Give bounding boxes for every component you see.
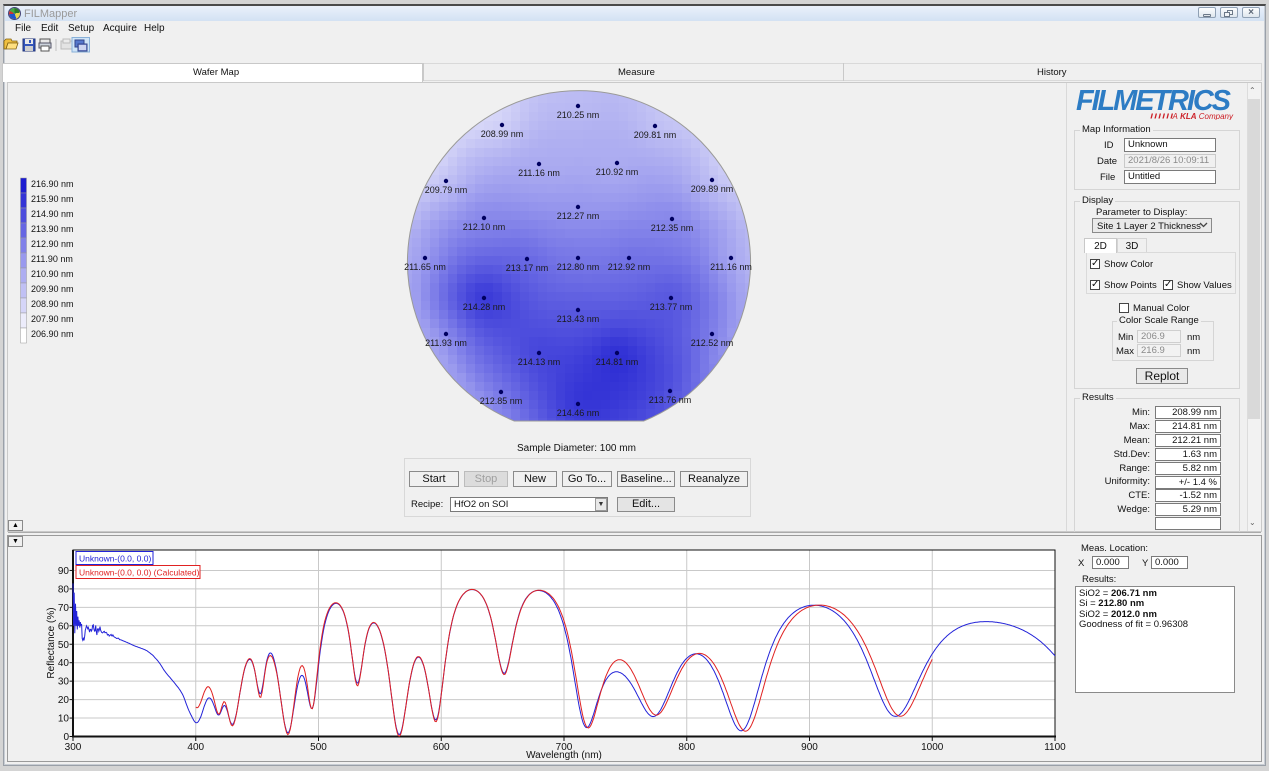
svg-text:10: 10 xyxy=(58,714,70,725)
svg-text:214.46 nm: 214.46 nm xyxy=(557,408,600,418)
svg-text:Unknown-(0.0, 0.0): Unknown-(0.0, 0.0) xyxy=(79,554,151,564)
svg-text:209.81 nm: 209.81 nm xyxy=(634,130,677,140)
svg-text:211.16 nm: 211.16 nm xyxy=(710,262,752,272)
svg-text:212.27 nm: 212.27 nm xyxy=(557,211,600,221)
svg-text:60: 60 xyxy=(58,621,70,632)
svg-text:213.77 nm: 213.77 nm xyxy=(650,302,693,312)
svg-text:210.25 nm: 210.25 nm xyxy=(557,110,600,120)
svg-text:211.65 nm: 211.65 nm xyxy=(404,262,446,272)
svg-text:900: 900 xyxy=(801,742,818,753)
svg-text:400: 400 xyxy=(187,742,204,753)
svg-text:214.28 nm: 214.28 nm xyxy=(463,302,506,312)
svg-text:213.43 nm: 213.43 nm xyxy=(557,314,600,324)
svg-text:1000: 1000 xyxy=(921,742,944,753)
svg-text:20: 20 xyxy=(58,695,70,706)
svg-text:300: 300 xyxy=(65,742,82,753)
svg-text:80: 80 xyxy=(58,584,70,595)
svg-text:1100: 1100 xyxy=(1044,742,1066,753)
svg-text:Unknown-(0.0, 0.0) (Calculated: Unknown-(0.0, 0.0) (Calculated) xyxy=(79,568,200,578)
svg-text:208.99 nm: 208.99 nm xyxy=(481,129,524,139)
svg-text:212.80 nm: 212.80 nm xyxy=(557,262,600,272)
svg-text:Wavelength (nm): Wavelength (nm) xyxy=(526,750,602,761)
svg-text:209.89 nm: 209.89 nm xyxy=(691,184,734,194)
svg-text:213.76 nm: 213.76 nm xyxy=(649,395,692,405)
svg-text:212.35 nm: 212.35 nm xyxy=(651,223,694,233)
svg-text:A KLA Company: A KLA Company xyxy=(1172,112,1234,120)
svg-text:209.79 nm: 209.79 nm xyxy=(425,185,468,195)
svg-text:Reflectance (%): Reflectance (%) xyxy=(46,607,57,678)
svg-text:500: 500 xyxy=(310,742,327,753)
svg-text:800: 800 xyxy=(678,742,695,753)
svg-text:214.13 nm: 214.13 nm xyxy=(518,357,561,367)
svg-text:213.17 nm: 213.17 nm xyxy=(506,263,549,273)
svg-text:212.92 nm: 212.92 nm xyxy=(608,262,651,272)
svg-text:212.85 nm: 212.85 nm xyxy=(480,396,523,406)
svg-text:211.93 nm: 211.93 nm xyxy=(425,338,467,348)
svg-text:212.10 nm: 212.10 nm xyxy=(463,222,506,232)
svg-text:211.16 nm: 211.16 nm xyxy=(518,168,560,178)
svg-text:40: 40 xyxy=(58,658,70,669)
svg-text:600: 600 xyxy=(433,742,450,753)
svg-text:70: 70 xyxy=(58,603,70,614)
svg-text:212.52 nm: 212.52 nm xyxy=(691,338,734,348)
svg-text:210.92 nm: 210.92 nm xyxy=(596,167,639,177)
svg-text:90: 90 xyxy=(58,566,70,577)
svg-text:214.81 nm: 214.81 nm xyxy=(596,357,639,367)
svg-text:50: 50 xyxy=(58,640,70,651)
svg-text:30: 30 xyxy=(58,677,70,688)
